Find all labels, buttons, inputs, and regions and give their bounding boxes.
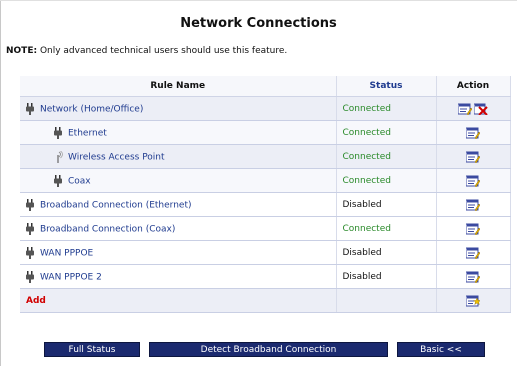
wireless-icon: [57, 150, 63, 163]
action-cell: [436, 240, 511, 265]
status-cell: Disabled: [336, 240, 437, 265]
rule-name-cell[interactable]: Network (Home/Office): [20, 96, 337, 121]
action-cell: [436, 120, 511, 145]
page-title: Network Connections: [180, 16, 337, 31]
column-header-rule-name: Rule Name: [20, 76, 337, 97]
rule-name-link[interactable]: Network (Home/Office): [40, 104, 143, 114]
edit-icon[interactable]: [458, 103, 472, 115]
status-cell: Disabled: [336, 264, 437, 289]
add-icon[interactable]: [466, 295, 480, 307]
add-row: Add: [20, 288, 511, 313]
rule-name-link[interactable]: Broadband Connection (Coax): [40, 224, 175, 234]
status-cell: Connected: [336, 216, 437, 241]
table-header-row: Rule Name Status Action: [20, 76, 511, 97]
edit-icon[interactable]: [466, 247, 480, 259]
plug-icon: [54, 174, 62, 187]
rule-name-cell[interactable]: Coax: [20, 168, 337, 193]
rule-name-cell[interactable]: WAN PPPOE: [20, 240, 337, 265]
plug-icon: [26, 246, 34, 259]
plug-icon: [26, 198, 34, 211]
action-cell: [436, 192, 511, 217]
table-row: Wireless Access Point Connected: [20, 144, 511, 169]
plug-icon: [26, 270, 34, 283]
delete-icon[interactable]: [474, 103, 488, 115]
edit-icon[interactable]: [466, 175, 480, 187]
action-cell: [436, 144, 511, 169]
basic-button[interactable]: Basic <<: [397, 342, 485, 357]
table-row: Broadband Connection (Ethernet) Disabled: [20, 192, 511, 217]
note-text: NOTE: Only advanced technical users shou…: [6, 46, 287, 56]
table-row: Ethernet Connected: [20, 120, 511, 145]
rule-name-cell[interactable]: Broadband Connection (Coax): [20, 216, 337, 241]
edit-icon[interactable]: [466, 199, 480, 211]
status-cell: Connected: [336, 144, 437, 169]
rule-name-link[interactable]: Broadband Connection (Ethernet): [40, 200, 192, 210]
column-header-status: Status: [336, 76, 437, 97]
status-cell: Connected: [336, 120, 437, 145]
edit-icon[interactable]: [466, 151, 480, 163]
status-cell: Disabled: [336, 192, 437, 217]
rule-name-link[interactable]: WAN PPPOE 2: [40, 272, 102, 282]
note-message: Only advanced technical users should use…: [37, 46, 288, 56]
action-cell: [436, 216, 511, 241]
edit-icon[interactable]: [466, 271, 480, 283]
rule-name-link[interactable]: Wireless Access Point: [68, 152, 165, 162]
add-link[interactable]: Add: [20, 288, 337, 313]
edit-icon[interactable]: [466, 223, 480, 235]
table-row: Broadband Connection (Coax) Connected: [20, 216, 511, 241]
table-row: WAN PPPOE Disabled: [20, 240, 511, 265]
rule-name-cell[interactable]: Wireless Access Point: [20, 144, 337, 169]
status-cell: Connected: [336, 168, 437, 193]
action-cell: [436, 288, 511, 313]
table-row: WAN PPPOE 2 Disabled: [20, 264, 511, 289]
plug-icon: [54, 126, 62, 139]
table-row: Network (Home/Office) Connected: [20, 96, 511, 121]
note-label: NOTE:: [6, 46, 38, 56]
rule-name-link[interactable]: Coax: [68, 176, 91, 186]
full-status-button[interactable]: Full Status: [44, 342, 140, 357]
page-top-border: [0, 0, 517, 1]
rule-name-cell[interactable]: Ethernet: [20, 120, 337, 145]
rule-name-cell[interactable]: Broadband Connection (Ethernet): [20, 192, 337, 217]
page-left-border: [0, 0, 1, 366]
rule-name-link[interactable]: WAN PPPOE: [40, 248, 93, 258]
add-status-cell: [336, 288, 437, 313]
detect-broadband-connection-button[interactable]: Detect Broadband Connection: [149, 342, 388, 357]
network-connections-table: Rule Name Status Action Network (Home/Of…: [20, 76, 511, 313]
table-row: Coax Connected: [20, 168, 511, 193]
edit-icon[interactable]: [466, 127, 480, 139]
column-header-action: Action: [436, 76, 511, 97]
plug-icon: [26, 222, 34, 235]
plug-icon: [26, 102, 34, 115]
action-cell: [436, 264, 511, 289]
button-bar: Full Status Detect Broadband Connection …: [0, 342, 517, 358]
rule-name-link[interactable]: Ethernet: [68, 128, 107, 138]
status-cell: Connected: [336, 96, 437, 121]
action-cell: [436, 168, 511, 193]
action-cell: [436, 96, 511, 121]
rule-name-cell[interactable]: WAN PPPOE 2: [20, 264, 337, 289]
